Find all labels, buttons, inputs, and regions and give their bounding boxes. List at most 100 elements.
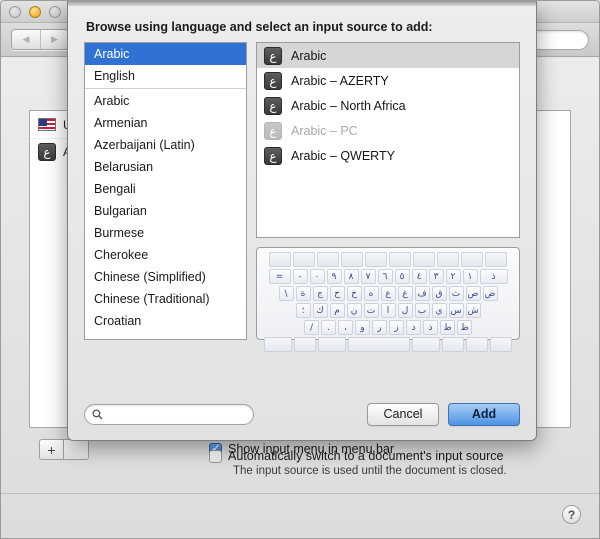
key-٥: ٥ <box>395 269 410 284</box>
window-controls <box>9 6 61 18</box>
key-blank <box>264 337 292 352</box>
input-source-item[interactable]: ع Arabic – North Africa <box>257 93 519 118</box>
language-item[interactable]: Chinese (Simplified) <box>85 266 246 288</box>
key-ج: ج <box>313 286 328 301</box>
sheet-footer: Cancel Add <box>68 388 536 440</box>
key-م: م <box>330 303 345 318</box>
language-item[interactable]: Arabic <box>85 90 246 112</box>
input-source-item[interactable]: ع Arabic – QWERTY <box>257 143 519 168</box>
key-ف: ف <box>415 286 430 301</box>
key-و: و <box>355 320 370 335</box>
key-غ: غ <box>398 286 413 301</box>
auto-switch-checkbox[interactable] <box>209 450 222 463</box>
language-item[interactable]: Bulgarian <box>85 200 246 222</box>
key-٨: ٨ <box>344 269 359 284</box>
sheet-action-buttons: Cancel Add <box>367 403 520 426</box>
key-blank <box>365 252 387 267</box>
add-button[interactable]: Add <box>448 403 520 426</box>
key-blank <box>490 337 512 352</box>
key-٦: ٦ <box>378 269 393 284</box>
us-flag-icon <box>38 118 56 131</box>
key-ت: ت <box>364 303 379 318</box>
auto-switch-label: Automatically switch to a document's inp… <box>228 449 503 463</box>
zoom-button[interactable] <box>49 6 61 18</box>
language-item[interactable]: Croatian <box>85 310 246 332</box>
language-item[interactable]: Armenian <box>85 112 246 134</box>
arabic-icon: ع <box>38 143 56 161</box>
key-blank <box>442 337 464 352</box>
back-icon[interactable]: ◀ <box>12 30 40 49</box>
key-ذ: ذ <box>423 320 438 335</box>
input-source-label: Arabic – AZERTY <box>291 74 389 88</box>
close-button[interactable] <box>9 6 21 18</box>
arabic-icon: ع <box>264 97 282 115</box>
key-ث: ث <box>449 286 464 301</box>
key-ك: ك <box>313 303 328 318</box>
input-source-label: Arabic – North Africa <box>291 99 406 113</box>
key-/: / <box>304 320 319 335</box>
language-item[interactable]: Bengali <box>85 178 246 200</box>
input-source-item[interactable]: ع Arabic – AZERTY <box>257 68 519 93</box>
input-source-list[interactable]: ع Arabic ع Arabic – AZERTY ع Arabic – No… <box>256 42 520 238</box>
input-source-label: Arabic – QWERTY <box>291 149 395 163</box>
key-ط: ط <box>440 320 455 335</box>
key-،: ، <box>338 320 353 335</box>
cancel-button[interactable]: Cancel <box>367 403 439 426</box>
key-١: ١ <box>463 269 478 284</box>
key-\: \ <box>279 286 294 301</box>
language-item[interactable]: Burmese <box>85 222 246 244</box>
keyboard-row-top: \ةجحخهعغفقثصض <box>260 286 516 301</box>
key-٧: ٧ <box>361 269 376 284</box>
key-ض: ض <box>483 286 498 301</box>
arabic-icon: ع <box>264 72 282 90</box>
auto-switch-checkbox-row[interactable]: Automatically switch to a document's inp… <box>209 449 503 463</box>
key-blank <box>341 252 363 267</box>
input-source-label: Arabic – PC <box>291 124 358 138</box>
minimize-button[interactable] <box>29 6 41 18</box>
key-ل: ل <box>398 303 413 318</box>
add-input-source-button[interactable]: + <box>39 439 64 460</box>
key-٠: ٠ <box>310 269 325 284</box>
key-blank <box>466 337 488 352</box>
help-button[interactable]: ? <box>562 505 581 524</box>
language-list[interactable]: Arabic English Arabic Armenian Azerbaija… <box>84 42 247 340</box>
key-blank <box>293 252 315 267</box>
auto-switch-note: The input source is used until the docum… <box>233 465 507 477</box>
key-blank <box>413 252 435 267</box>
key-د: د <box>406 320 421 335</box>
language-item[interactable]: Belarusian <box>85 156 246 178</box>
language-list-divider <box>85 88 246 89</box>
key-٤: ٤ <box>412 269 427 284</box>
key-ص: ص <box>466 286 481 301</box>
language-item[interactable]: Chinese (Traditional) <box>85 288 246 310</box>
keyboard-row-space <box>260 337 516 352</box>
key-ا: ا <box>381 303 396 318</box>
key-blank <box>294 337 316 352</box>
key-.: . <box>321 320 336 335</box>
forward-icon[interactable]: ▶ <box>40 30 68 49</box>
language-item[interactable]: Azerbaijani (Latin) <box>85 134 246 156</box>
sheet-prompt: Browse using language and select an inpu… <box>86 20 536 34</box>
key-blank <box>437 252 459 267</box>
sheet-top-edge <box>68 1 536 6</box>
key-blank <box>318 337 346 352</box>
input-source-item[interactable]: ع Arabic <box>257 43 519 68</box>
key-ة: ة <box>296 286 311 301</box>
keyboard-preferences-window: Keyboard ◀ ▶ Show All U.S. ع <box>0 0 600 539</box>
key-س: س <box>449 303 464 318</box>
sheet-search-input[interactable] <box>107 408 242 420</box>
key-ذ: ذ <box>480 269 508 284</box>
sheet-lists: Arabic English Arabic Armenian Azerbaija… <box>68 42 536 340</box>
language-item-arabic-recent[interactable]: Arabic <box>85 43 246 65</box>
keyboard-row-numbers: =-٠٩٨٧٦٥٤٣٢١ذ <box>260 269 516 284</box>
language-item[interactable]: Cherokee <box>85 244 246 266</box>
key-space <box>348 337 410 352</box>
key-blank <box>317 252 339 267</box>
key-blank <box>485 252 507 267</box>
keyboard-row-function <box>260 252 516 267</box>
key-٩: ٩ <box>327 269 342 284</box>
language-item-english-recent[interactable]: English <box>85 65 246 87</box>
remove-input-source-button[interactable] <box>64 439 89 460</box>
navigation-segmented-control[interactable]: ◀ ▶ <box>11 29 69 50</box>
sheet-search-field[interactable] <box>84 404 254 425</box>
